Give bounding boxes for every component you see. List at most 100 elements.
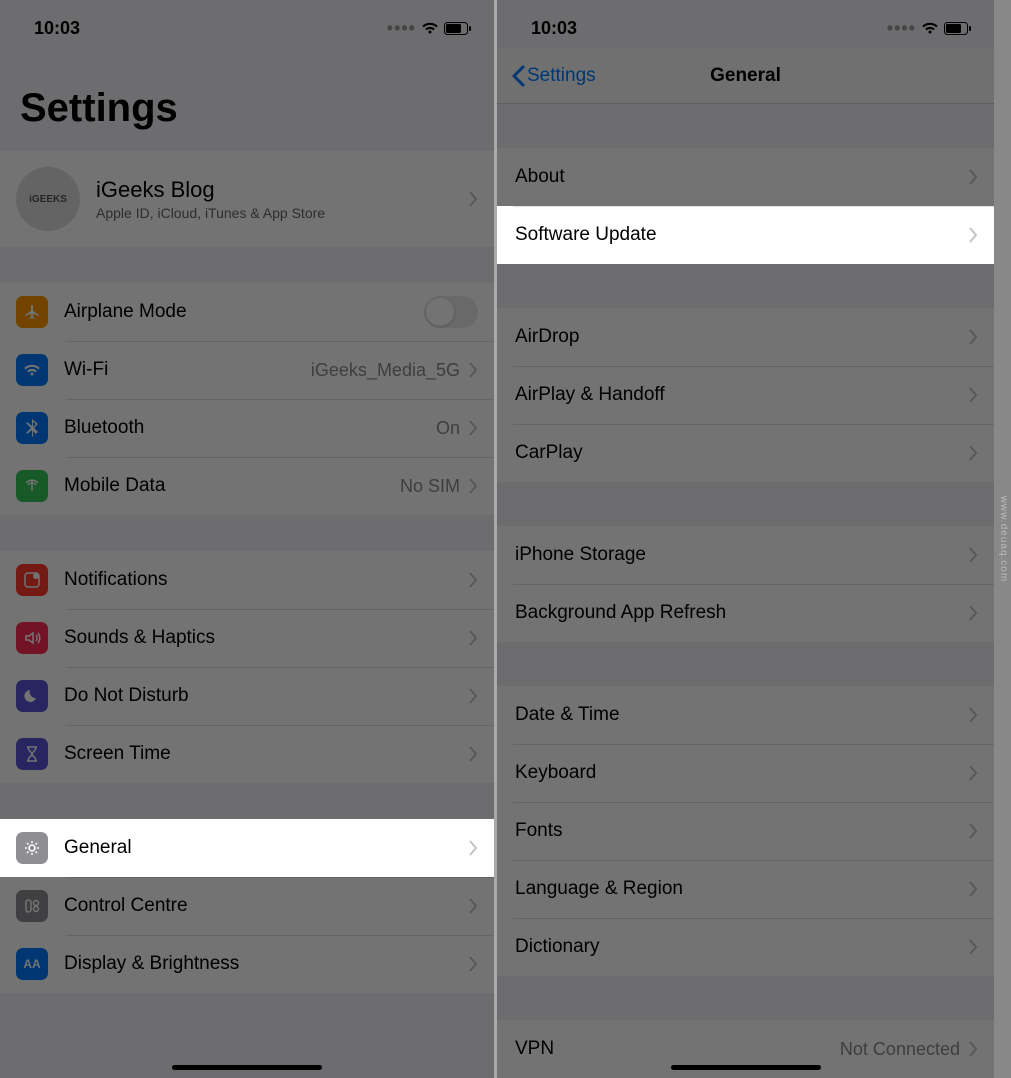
battery-icon (944, 22, 972, 35)
vpn-value: Not Connected (840, 1039, 960, 1060)
airdrop-label: AirDrop (515, 326, 579, 348)
page-title: Settings (0, 48, 494, 141)
chevron-right-icon (968, 939, 978, 955)
keyboard-label: Keyboard (515, 762, 596, 784)
home-indicator[interactable] (172, 1065, 322, 1070)
connectivity-group: Airplane Mode Wi-Fi iGeeks_Media_5G Blue… (0, 283, 494, 515)
status-time: 10:03 (34, 18, 80, 39)
software-label: Software Update (515, 224, 657, 246)
lang-label: Language & Region (515, 878, 683, 900)
about-label: About (515, 166, 565, 188)
row-carplay[interactable]: CarPlay (497, 424, 994, 482)
row-language-region[interactable]: Language & Region (497, 860, 994, 918)
nav-bar: Settings General (497, 48, 994, 104)
date-label: Date & Time (515, 704, 620, 726)
chevron-right-icon (468, 478, 478, 494)
mobile-label: Mobile Data (64, 475, 165, 497)
row-bluetooth[interactable]: Bluetooth On (0, 399, 494, 457)
cellular-dots-icon: •••• (887, 18, 916, 39)
chevron-right-icon (468, 572, 478, 588)
input-group: Date & Time Keyboard Fonts Language & Re… (497, 686, 994, 976)
control-label: Control Centre (64, 895, 188, 917)
profile-row[interactable]: iGEEKS iGeeks Blog Apple ID, iCloud, iTu… (0, 151, 494, 247)
row-fonts[interactable]: Fonts (497, 802, 994, 860)
chevron-right-icon (968, 1041, 978, 1057)
wifi-square-icon (16, 354, 48, 386)
status-bar: 10:03 •••• (0, 0, 494, 48)
chevron-right-icon (968, 547, 978, 563)
control-centre-icon (16, 890, 48, 922)
about-group: About Software Update (497, 148, 994, 264)
chevron-right-icon (968, 605, 978, 621)
row-software-update[interactable]: Software Update (497, 206, 994, 264)
airplane-label: Airplane Mode (64, 301, 187, 323)
sounds-icon (16, 622, 48, 654)
row-about[interactable]: About (497, 148, 994, 206)
mobile-value: No SIM (400, 476, 460, 497)
wifi-icon (421, 21, 439, 35)
profile-name: iGeeks Blog (96, 177, 468, 203)
row-screen-time[interactable]: Screen Time (0, 725, 494, 783)
display-icon: AA (16, 948, 48, 980)
carplay-label: CarPlay (515, 442, 583, 464)
profile-group: iGEEKS iGeeks Blog Apple ID, iCloud, iTu… (0, 151, 494, 247)
display-label: Display & Brightness (64, 953, 239, 975)
row-dnd[interactable]: Do Not Disturb (0, 667, 494, 725)
wifi-icon (921, 21, 939, 35)
dict-label: Dictionary (515, 936, 599, 958)
chevron-right-icon (968, 387, 978, 403)
cellular-icon (16, 470, 48, 502)
bluetooth-icon (16, 412, 48, 444)
row-airdrop[interactable]: AirDrop (497, 308, 994, 366)
chevron-right-icon (968, 169, 978, 185)
screentime-label: Screen Time (64, 743, 171, 765)
chevron-right-icon (468, 630, 478, 646)
row-mobile-data[interactable]: Mobile Data No SIM (0, 457, 494, 515)
chevron-right-icon (468, 898, 478, 914)
airplane-icon (16, 296, 48, 328)
system-group: General Control Centre AA Display & Brig… (0, 819, 494, 993)
moon-icon (16, 680, 48, 712)
chevron-right-icon (968, 329, 978, 345)
battery-icon (444, 22, 472, 35)
status-time: 10:03 (531, 18, 577, 39)
row-keyboard[interactable]: Keyboard (497, 744, 994, 802)
notifications-group: Notifications Sounds & Haptics Do Not Di… (0, 551, 494, 783)
chevron-right-icon (968, 707, 978, 723)
general-label: General (64, 837, 132, 859)
status-bar: 10:03 •••• (497, 0, 994, 48)
row-date-time[interactable]: Date & Time (497, 686, 994, 744)
row-dictionary[interactable]: Dictionary (497, 918, 994, 976)
chevron-right-icon (468, 191, 478, 207)
chevron-right-icon (468, 956, 478, 972)
home-indicator[interactable] (671, 1065, 821, 1070)
chevron-right-icon (968, 445, 978, 461)
row-notifications[interactable]: Notifications (0, 551, 494, 609)
row-airplane-mode[interactable]: Airplane Mode (0, 283, 494, 341)
fonts-label: Fonts (515, 820, 563, 842)
row-bg-refresh[interactable]: Background App Refresh (497, 584, 994, 642)
row-wifi[interactable]: Wi-Fi iGeeks_Media_5G (0, 341, 494, 399)
chevron-right-icon (468, 688, 478, 704)
profile-subtitle: Apple ID, iCloud, iTunes & App Store (96, 205, 468, 221)
storage-label: iPhone Storage (515, 544, 646, 566)
avatar: iGEEKS (16, 167, 80, 231)
back-button[interactable]: Settings (501, 65, 596, 87)
cellular-dots-icon: •••• (387, 18, 416, 39)
nav-title: General (710, 65, 781, 87)
settings-screen: 10:03 •••• Settings iGEEKS iGeeks Blog A… (0, 0, 497, 1078)
row-general[interactable]: General (0, 819, 494, 877)
notifications-label: Notifications (64, 569, 168, 591)
back-label: Settings (527, 65, 596, 87)
airplane-switch[interactable] (424, 296, 478, 328)
row-display-brightness[interactable]: AA Display & Brightness (0, 935, 494, 993)
vpn-label: VPN (515, 1038, 554, 1060)
chevron-right-icon (968, 227, 978, 243)
row-sounds[interactable]: Sounds & Haptics (0, 609, 494, 667)
general-screen: 10:03 •••• Settings General About Softwa… (497, 0, 994, 1078)
row-airplay[interactable]: AirPlay & Handoff (497, 366, 994, 424)
wifi-label: Wi-Fi (64, 359, 108, 381)
sounds-label: Sounds & Haptics (64, 627, 215, 649)
row-control-centre[interactable]: Control Centre (0, 877, 494, 935)
row-iphone-storage[interactable]: iPhone Storage (497, 526, 994, 584)
